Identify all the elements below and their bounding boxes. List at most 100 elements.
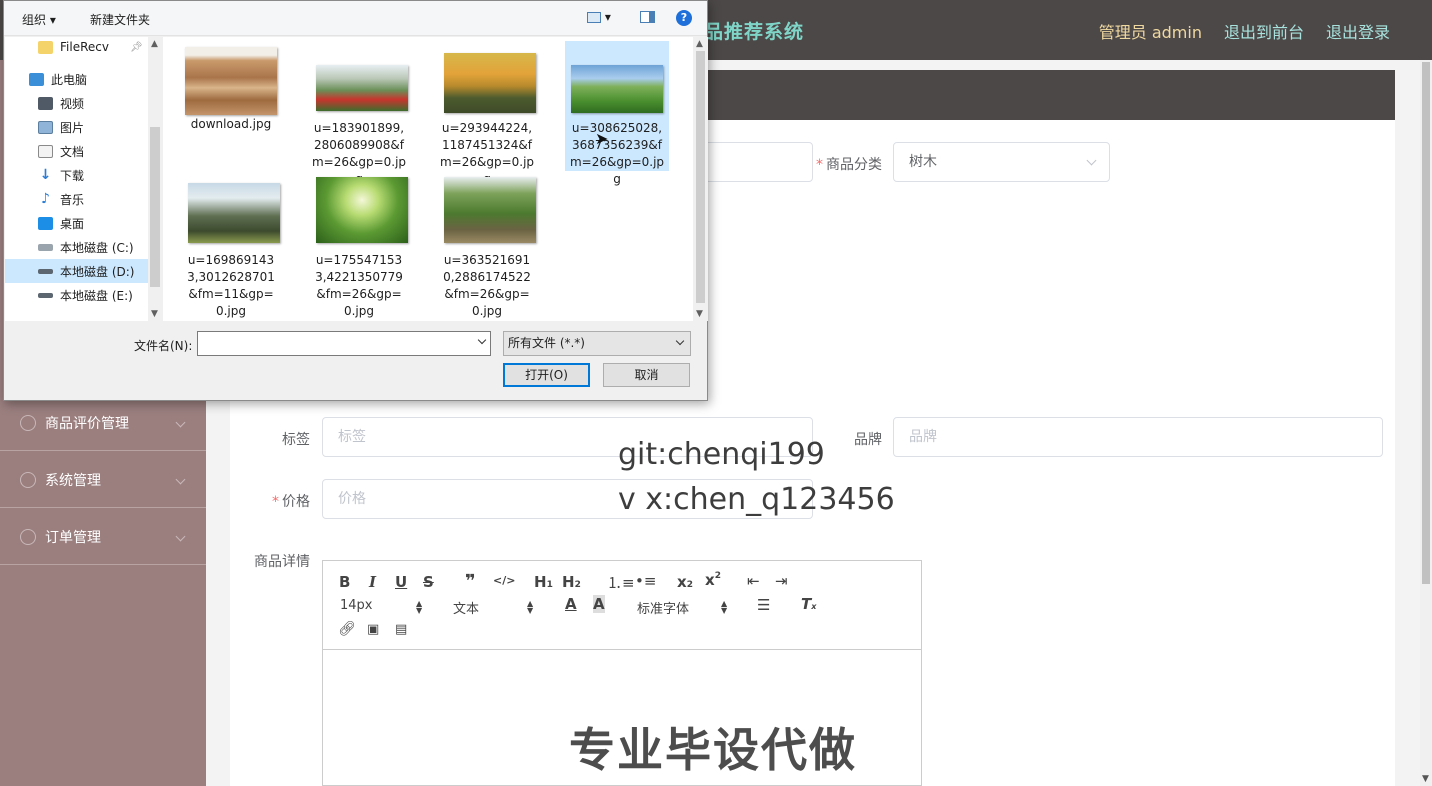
pin-icon[interactable]: 📌︎ — [130, 42, 143, 53]
brand-input[interactable]: 品牌 — [893, 417, 1383, 457]
music-icon: ♪ — [41, 190, 50, 207]
font-size-select[interactable]: 14px ▲ ▼ — [340, 598, 422, 615]
align-icon[interactable]: ☰ — [757, 596, 770, 614]
sidebar-item-system[interactable]: 系统管理 — [0, 452, 206, 508]
document-icon — [38, 144, 53, 158]
nav-item-music[interactable]: ♪ 音乐 — [5, 187, 148, 211]
files-scrollbar[interactable]: ▲ ▼ — [693, 37, 708, 321]
scroll-up-icon[interactable]: ▲ — [151, 39, 158, 49]
clear-format-icon[interactable]: Tx — [801, 595, 816, 613]
heading2-icon[interactable]: H2 — [562, 573, 581, 591]
bullet-list-icon[interactable]: •≡ — [635, 572, 656, 590]
bold-icon[interactable]: B — [339, 573, 350, 591]
nav-item-filerecv[interactable]: FileRecv 📌︎ — [5, 35, 148, 59]
nav-scrollbar[interactable]: ▲ ▼ — [148, 37, 162, 321]
nav-item-this-pc[interactable]: 此电脑 — [5, 67, 148, 91]
filetype-select[interactable]: 所有文件 (*.*) — [503, 331, 691, 356]
file-item[interactable]: u=1755471533,4221350779&fm=26&gp=0.jpg — [307, 173, 411, 319]
file-thumbnail — [571, 65, 663, 113]
file-item[interactable]: u=1698691433,3012628701&fm=11&gp=0.jpg — [179, 173, 283, 319]
code-icon[interactable]: </> — [493, 574, 515, 587]
cancel-button[interactable]: 取消 — [603, 363, 690, 387]
nav-item-pictures[interactable]: 图片 — [5, 115, 148, 139]
order-icon — [20, 528, 36, 545]
link-icon[interactable]: 🔗︎ — [338, 621, 356, 637]
file-item-selected[interactable]: u=308625028,3687356239&fm=26&gp=0.jpg — [565, 41, 669, 186]
font-family-select[interactable]: 标准字体 ▲ ▼ — [637, 598, 727, 618]
price-label: * 价格 — [272, 494, 310, 510]
scrollbar-thumb[interactable] — [696, 51, 705, 303]
filename-input[interactable] — [197, 331, 491, 356]
background-color-icon[interactable]: A — [593, 595, 605, 613]
name-input[interactable] — [700, 142, 813, 182]
computer-icon — [29, 72, 44, 86]
comment-icon — [20, 414, 36, 431]
file-name: u=1698691433,3012628701&fm=11&gp=0.jpg — [187, 253, 275, 318]
scrollbar-thumb[interactable] — [1422, 62, 1430, 584]
outdent-icon[interactable]: ⇤ — [747, 572, 760, 590]
drive-icon — [38, 292, 53, 298]
nav-item-drive-c[interactable]: 本地磁盘 (C:) — [5, 235, 148, 259]
chevron-down-icon — [175, 474, 186, 485]
nav-item-documents[interactable]: 文档 — [5, 139, 148, 163]
organize-button[interactable]: 组织 ▾ — [22, 11, 56, 28]
scrollbar-thumb[interactable] — [150, 127, 160, 287]
ordered-list-icon[interactable]: ⒈≡ — [607, 572, 635, 593]
tag-label: 标签 — [282, 432, 310, 448]
nav-item-drive-e[interactable]: 本地磁盘 (E:) — [5, 283, 148, 307]
chevron-down-icon — [175, 417, 186, 428]
preview-pane-icon[interactable] — [640, 11, 655, 26]
category-select[interactable]: 树木 — [893, 142, 1110, 182]
subscript-icon[interactable]: x2 — [677, 573, 693, 591]
file-name: u=1755471533,4221350779&fm=26&gp=0.jpg — [315, 253, 403, 318]
file-item[interactable]: u=293944224,1187451324&fm=26&gp=0.jpg — [435, 41, 539, 186]
dialog-toolbar: 组织 ▾ 新建文件夹 ▾ ? — [4, 1, 707, 36]
file-name: download.jpg — [190, 117, 272, 131]
help-icon[interactable]: ? — [676, 10, 692, 26]
font-color-icon[interactable]: A — [565, 595, 577, 613]
view-options-icon[interactable]: ▾ — [587, 10, 611, 24]
category-label: * 商品分类 — [816, 157, 882, 173]
video-icon[interactable]: ▤ — [395, 622, 407, 637]
image-icon[interactable]: ▣ — [367, 622, 379, 637]
mouse-cursor-icon: ➤ — [595, 129, 609, 148]
nav-item-videos[interactable]: 视频 — [5, 91, 148, 115]
header-links: 管理员 admin 退出到前台 退出登录 — [1099, 19, 1390, 43]
scroll-down-icon[interactable]: ▼ — [1422, 774, 1429, 784]
sidebar-item-review[interactable]: 商品评价管理 — [0, 395, 206, 451]
nav-item-downloads[interactable]: ↓ 下载 — [5, 163, 148, 187]
file-item[interactable]: u=183901899,2806089908&fm=26&gp=0.jpg — [307, 41, 411, 186]
chevron-down-icon — [675, 336, 685, 346]
admin-label: 管理员 admin — [1098, 23, 1202, 42]
indent-icon[interactable]: ⇥ — [775, 572, 788, 590]
page-scrollbar[interactable]: ▼ — [1420, 60, 1432, 786]
scroll-down-icon[interactable]: ▼ — [696, 309, 703, 319]
chevron-down-icon[interactable] — [477, 335, 487, 345]
underline-icon[interactable]: U — [395, 573, 407, 591]
nav-item-desktop[interactable]: 桌面 — [5, 211, 148, 235]
file-item[interactable]: u=3635216910,2886174522&fm=26&gp=0.jpg — [435, 173, 539, 319]
watermark-line-2: v x:chen_q123456 — [618, 482, 895, 517]
detail-label: 商品详情 — [254, 554, 310, 570]
editor-toolbar: B I U S ❞ </> H1 H2 ⒈≡ •≡ x2 x2 ⇤ ⇥ 14px… — [323, 561, 921, 650]
file-item[interactable]: download.jpg — [179, 41, 283, 171]
file-thumbnail — [185, 47, 277, 115]
sidebar-item-orders[interactable]: 订单管理 — [0, 509, 206, 565]
new-folder-button[interactable]: 新建文件夹 — [90, 11, 150, 28]
heading1-icon[interactable]: H1 — [534, 573, 553, 591]
strikethrough-icon[interactable]: S — [423, 573, 434, 591]
scroll-down-icon[interactable]: ▼ — [151, 309, 158, 319]
logout-link[interactable]: 退出登录 — [1326, 19, 1390, 43]
desktop-icon — [38, 216, 53, 230]
italic-icon[interactable]: I — [369, 573, 376, 591]
text-type-select[interactable]: 文本 ▲ ▼ — [453, 598, 533, 618]
nav-item-drive-d[interactable]: 本地磁盘 (D:) — [5, 259, 148, 283]
blockquote-icon[interactable]: ❞ — [465, 571, 476, 592]
scroll-up-icon[interactable]: ▲ — [696, 39, 703, 49]
superscript-icon[interactable]: x2 — [705, 571, 721, 589]
open-button[interactable]: 打开(O) — [503, 363, 590, 387]
app-title: 品推荐系统 — [704, 21, 805, 43]
drive-icon — [38, 243, 53, 251]
brand-label: 品牌 — [854, 432, 882, 448]
back-to-front-link[interactable]: 退出到前台 — [1224, 19, 1304, 43]
